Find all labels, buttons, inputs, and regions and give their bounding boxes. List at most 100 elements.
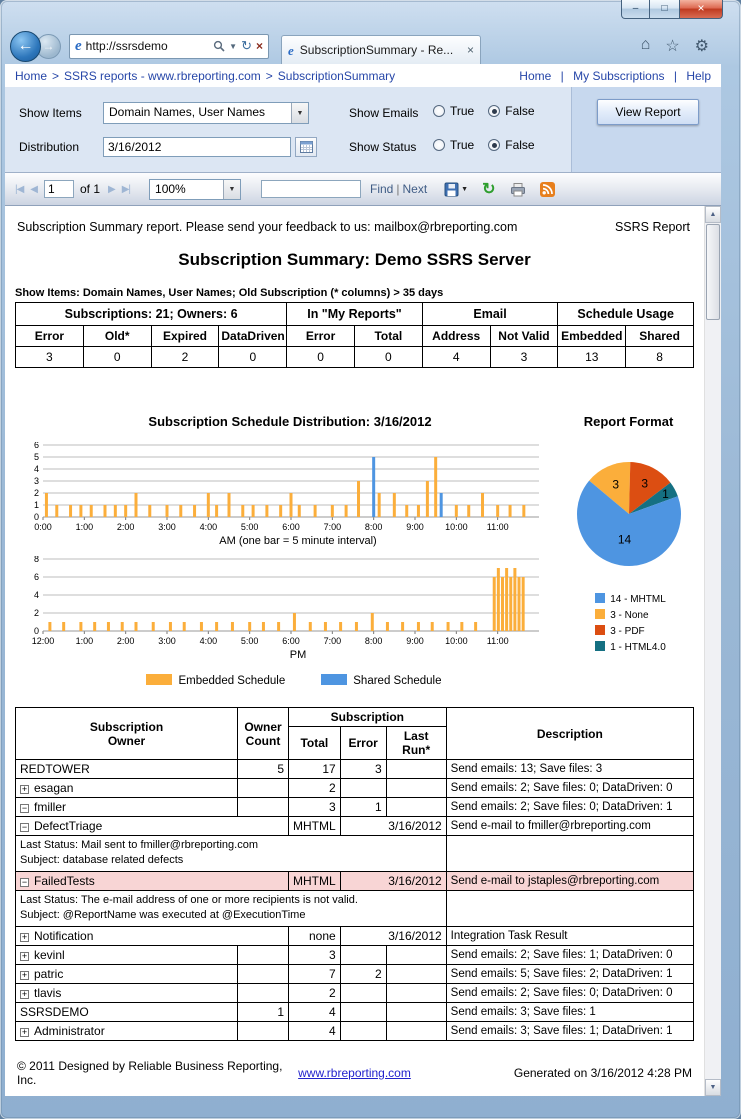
minimize-button[interactable]: – [621,0,650,19]
expand-icon[interactable]: + [20,951,29,961]
zoom-value: 100% [155,181,186,196]
find-link[interactable]: Find [370,182,393,196]
svg-text:5:00: 5:00 [241,522,259,532]
search-icon[interactable] [213,40,225,52]
show-status-false-radio[interactable] [488,139,501,151]
svg-text:1:00: 1:00 [76,636,94,646]
breadcrumb-reports-link[interactable]: SSRS reports - www.rbreporting.com [64,69,261,83]
collapse-icon[interactable]: − [20,804,29,813]
refresh-report-icon[interactable]: ↻ [482,179,495,199]
collapse-icon[interactable]: − [20,877,29,887]
collapse-icon[interactable]: − [20,823,29,832]
scroll-thumb[interactable] [706,224,720,320]
expand-icon[interactable]: + [20,970,29,980]
view-report-button[interactable]: View Report [597,99,699,125]
back-button[interactable]: ← [10,30,41,62]
description-cell [445,889,695,927]
error-cell [339,1020,387,1041]
my-subscriptions-link[interactable]: My Subscriptions [573,69,664,83]
expand-icon[interactable]: + [20,1027,29,1037]
show-emails-radio-group: True False [433,104,549,118]
first-page-button[interactable]: |◀ [15,184,24,195]
browser-tab[interactable]: e SubscriptionSummary - Re... × [281,35,481,64]
window-controls: – □ × [621,0,723,19]
vertical-scrollbar[interactable]: ▲ ▼ [704,206,721,1096]
summary-group-header: Schedule Usage [557,302,694,326]
expand-icon[interactable]: + [20,932,29,942]
maximize-button[interactable]: □ [650,0,679,19]
page-number-input[interactable] [44,180,74,198]
report-corner-label: SSRS Report [614,220,690,234]
address-dropdown-icon[interactable]: ▼ [229,42,237,51]
help-link[interactable]: Help [686,69,711,83]
browser-actions: ⌂ ☆ ⚙ [641,36,709,56]
scroll-up-button[interactable]: ▲ [705,206,721,223]
error-cell [339,778,387,798]
distribution-input[interactable] [103,137,291,157]
legend-swatch [595,641,606,651]
refresh-icon[interactable]: ↻ [241,38,252,54]
description-cell: Send emails: 2; Save files: 0; DataDrive… [445,797,695,817]
summary-value: 0 [218,346,288,368]
owner-name-cell: SSRSDEMO [15,1001,238,1022]
last-run-cell: 3/16/2012 [339,870,447,891]
detail-table-header: Subscription Owner Owner Count Subscript… [15,707,695,760]
print-icon[interactable] [510,182,526,197]
tools-gear-icon[interactable]: ⚙ [695,36,709,56]
breadcrumb-current-link[interactable]: SubscriptionSummary [278,69,395,83]
calendar-icon[interactable] [295,137,317,157]
address-bar[interactable]: e http://ssrsdemo ▼ ↻ × [69,33,269,59]
address-url[interactable]: http://ssrsdemo [86,39,209,53]
expand-icon[interactable]: + [20,989,29,999]
svg-text:11:00: 11:00 [487,636,509,646]
svg-text:0: 0 [34,626,39,636]
scroll-down-button[interactable]: ▼ [705,1079,721,1096]
breadcrumb-home-link[interactable]: Home [15,69,47,83]
svg-text:1: 1 [662,487,669,501]
format-cell: MHTML [288,816,341,836]
window-titlebar[interactable]: – □ × [0,0,741,28]
zoom-select[interactable]: 100% ▼ [149,178,242,200]
summary-value: 0 [286,346,355,368]
pm-schedule-chart: 0 2 4 6 8 12:00 1:00 2:00 3:00 4:00 5:00 6:00 7:00 8:… [19,554,543,648]
svg-text:3:00: 3:00 [158,522,176,532]
charts-section: Subscription Schedule Distribution: 3/16… [5,414,704,687]
summary-value: 13 [557,346,627,368]
show-emails-true-radio[interactable] [433,105,445,117]
dropdown-arrow-icon[interactable]: ▼ [291,103,308,123]
show-status-true-radio[interactable] [433,139,445,151]
report-body: Subscription Summary report. Please send… [5,206,704,1096]
last-run-cell: 3/16/2012 [339,816,447,836]
tab-close-icon[interactable]: × [467,43,474,57]
next-page-button[interactable]: ▶ [108,184,116,195]
footer-website-link[interactable]: www.rbreporting.com [298,1066,411,1080]
zoom-arrow-icon[interactable]: ▼ [223,179,241,199]
svg-text:4:00: 4:00 [200,636,218,646]
site-favicon-icon: e [75,37,82,54]
expand-icon[interactable]: + [20,785,29,794]
summary-column-header: DataDriven [218,325,288,347]
owner-row: REDTOWER 5 17 3 Send emails: 13; Save files:… [15,759,695,779]
prev-page-button[interactable]: ◀ [30,184,38,195]
total-cell: 3 [288,944,341,965]
status-cell: Last Status: Mail sent to fmiller@rbrepo… [15,835,447,872]
stop-icon[interactable]: × [256,39,263,53]
find-input[interactable] [261,180,362,198]
home-link[interactable]: Home [519,69,551,83]
total-cell: 4 [288,1020,341,1041]
show-emails-false-radio[interactable] [488,105,501,117]
favorites-star-icon[interactable]: ☆ [665,36,679,56]
next-link[interactable]: Next [402,182,427,196]
owner-count-cell [237,1020,289,1041]
export-icon[interactable] [444,182,459,197]
data-feed-icon[interactable] [539,181,555,197]
export-dropdown-icon[interactable]: ▼ [461,186,468,193]
status-row: Last Status: The e-mail address of one o… [15,889,695,927]
last-page-button[interactable]: ▶| [122,184,131,195]
home-icon[interactable]: ⌂ [641,36,651,56]
description-cell [445,835,695,872]
summary-value: 0 [82,346,152,368]
summary-value: 3 [489,346,559,368]
show-items-dropdown[interactable]: Domain Names, User Names ▼ [103,102,309,124]
close-button[interactable]: × [679,0,723,19]
